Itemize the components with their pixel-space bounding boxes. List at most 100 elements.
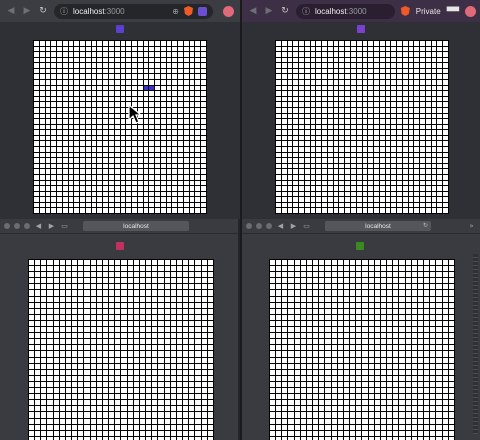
grid-cell[interactable] [276,424,282,430]
grid-cell[interactable] [90,418,96,424]
grid-cell[interactable] [448,363,454,369]
grid-cell[interactable] [109,394,115,400]
grid-cell[interactable] [380,418,387,424]
grid-cell[interactable] [189,314,195,320]
grid-cell[interactable] [343,357,350,363]
grid-cell[interactable] [109,430,115,436]
grid-cell[interactable] [80,107,85,113]
grid-cell[interactable] [306,369,313,375]
grid-cell[interactable] [448,381,454,388]
grid-cell[interactable] [402,130,408,135]
grid-cell[interactable] [387,296,393,302]
grid-cell[interactable] [287,158,293,163]
grid-cell[interactable] [84,369,90,375]
grid-cell[interactable] [350,363,356,369]
grid-cell[interactable] [170,394,176,400]
grid-cell[interactable] [109,320,115,327]
grid-cell[interactable] [139,284,146,290]
grid-cell[interactable] [411,339,417,345]
grid-cell[interactable] [368,130,374,135]
grid-cell[interactable] [115,296,121,302]
grid-cell[interactable] [183,418,189,424]
grid-cell[interactable] [393,284,399,290]
grid-cell[interactable] [207,369,213,375]
grid-cell[interactable] [270,406,276,412]
grid-cell[interactable] [39,202,45,208]
grid-cell[interactable] [319,406,325,412]
grid-cell[interactable] [405,388,411,394]
grid-cell[interactable] [84,272,90,278]
grid-cell[interactable] [132,141,137,147]
grid-cell[interactable] [436,272,442,278]
grid-cell[interactable] [201,102,206,107]
grid-cell[interactable] [62,41,68,46]
grid-cell[interactable] [137,52,143,57]
grid-cell[interactable] [411,296,417,302]
grid-cell[interactable] [152,314,158,320]
grid-cell[interactable] [362,63,368,68]
grid-cell[interactable] [90,357,96,363]
grid-cell[interactable] [102,406,109,412]
grid-cell[interactable] [195,135,201,141]
grid-cell[interactable] [65,424,72,430]
grid-cell[interactable] [408,57,414,63]
grid-cell[interactable] [319,339,325,345]
grid-cell[interactable] [339,57,345,63]
grid-cell[interactable] [158,308,164,314]
grid-cell[interactable] [146,290,152,296]
grid-cell[interactable] [126,147,132,152]
grid-cell[interactable] [149,147,155,152]
grid-cell[interactable] [72,430,78,436]
grid-cell[interactable] [149,113,155,119]
grid-cell[interactable] [276,52,281,57]
grid-cell[interactable] [281,158,287,163]
grid-cell[interactable] [35,302,41,308]
grid-cell[interactable] [170,418,176,424]
grid-cell[interactable] [356,135,362,141]
grid-cell[interactable] [345,63,350,68]
grid-cell[interactable] [368,147,374,152]
grid-cell[interactable] [417,388,424,394]
grid-cell[interactable] [34,41,39,46]
grid-cell[interactable] [333,68,339,74]
grid-cell[interactable] [152,394,158,400]
grid-cell[interactable] [160,180,166,186]
grid-cell[interactable] [189,333,195,339]
grid-cell[interactable] [103,41,108,46]
grid-cell[interactable] [45,85,51,91]
grid-cell[interactable] [137,152,143,158]
grid-cell[interactable] [201,96,206,102]
grid-cell[interactable] [380,345,387,351]
grid-cell[interactable] [85,96,91,102]
grid-cell[interactable] [276,158,281,163]
grid-cell[interactable] [121,260,127,266]
grid-cell[interactable] [356,124,362,130]
grid-cell[interactable] [139,430,146,436]
grid-cell[interactable] [333,41,339,46]
grid-cell[interactable] [425,163,431,169]
grid-cell[interactable] [62,57,68,63]
grid-cell[interactable] [201,113,206,119]
grid-cell[interactable] [282,302,288,308]
grid-cell[interactable] [158,272,164,278]
grid-cell[interactable] [189,400,195,406]
grid-cell[interactable] [325,266,331,272]
grid-cell[interactable] [443,180,448,186]
grid-cell[interactable] [420,141,425,147]
grid-cell[interactable] [121,278,127,284]
grid-cell[interactable] [74,147,80,152]
grid-cell[interactable] [183,152,189,158]
grid-cell[interactable] [319,302,325,308]
grid-cell[interactable] [45,113,51,119]
grid-cell[interactable] [443,163,448,169]
grid-cell[interactable] [408,91,414,96]
grid-cell[interactable] [408,202,414,208]
grid-cell[interactable] [121,400,127,406]
grid-cell[interactable] [39,107,45,113]
grid-cell[interactable] [425,174,431,180]
grid-cell[interactable] [183,333,189,339]
grid-cell[interactable] [126,191,132,197]
grid-cell[interactable] [379,119,385,124]
grid-cell[interactable] [442,394,448,400]
grid-cell[interactable] [350,388,356,394]
